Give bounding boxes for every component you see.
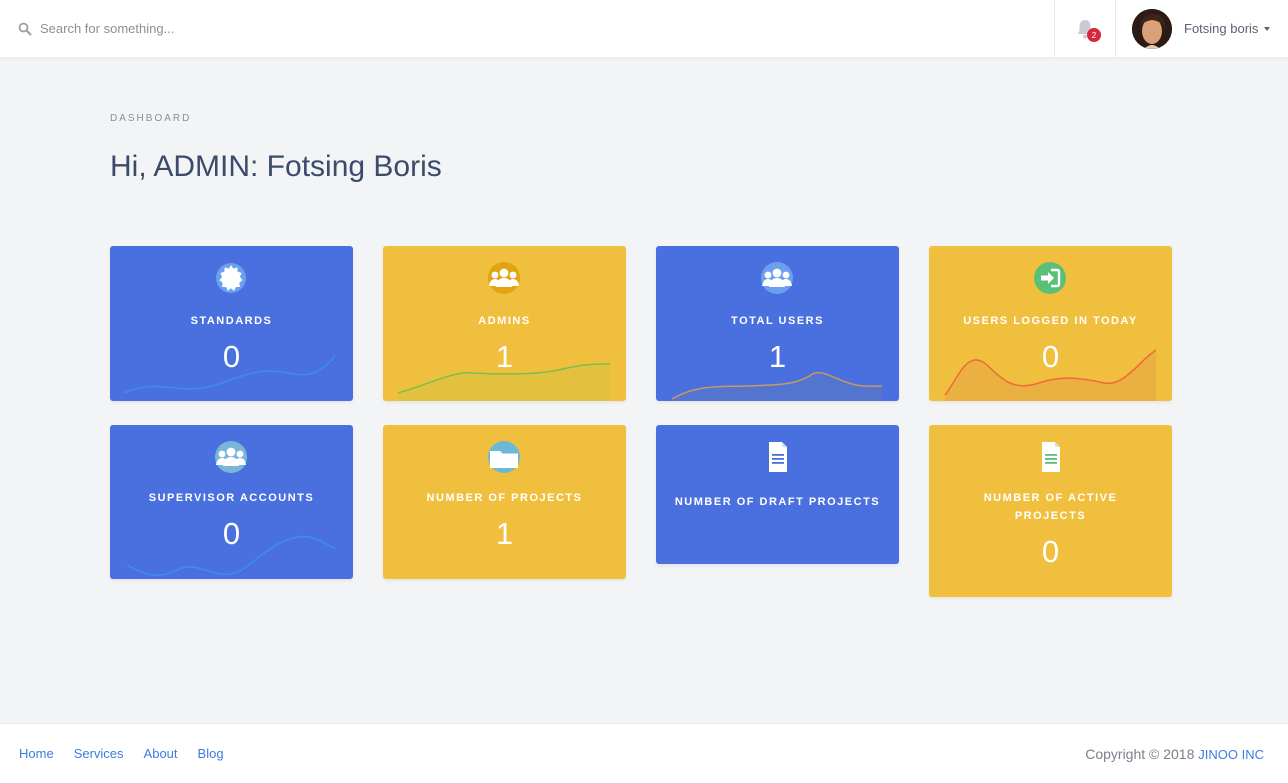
card-label: NUMBER OF ACTIVE PROJECTS bbox=[983, 492, 1118, 522]
search-bar bbox=[0, 0, 1054, 57]
document-icon bbox=[769, 442, 787, 472]
breadcrumb: DASHBOARD bbox=[110, 113, 192, 124]
card-label: NUMBER OF PROJECTS bbox=[426, 492, 583, 504]
document-icon bbox=[1042, 442, 1060, 472]
projects-card[interactable]: NUMBER OF PROJECTS 1 bbox=[383, 425, 626, 579]
sparkline bbox=[671, 371, 883, 401]
search-input[interactable] bbox=[40, 21, 440, 36]
chevron-down-icon bbox=[1264, 27, 1271, 31]
draft-projects-card[interactable]: NUMBER OF DRAFT PROJECTS bbox=[656, 425, 899, 564]
badge-icon bbox=[216, 263, 246, 293]
total-users-card[interactable]: TOTAL USERS 1 bbox=[656, 246, 899, 401]
users-icon bbox=[215, 441, 247, 473]
brand-link[interactable]: JINOO INC bbox=[1198, 747, 1264, 762]
standards-card[interactable]: STANDARDS 0 bbox=[110, 246, 353, 401]
footer-link-blog[interactable]: Blog bbox=[198, 746, 224, 761]
users-icon bbox=[761, 262, 793, 294]
card-label: USERS LOGGED IN TODAY bbox=[963, 315, 1138, 327]
copyright-text: Copyright © 2018 bbox=[1085, 745, 1195, 762]
users-icon bbox=[488, 262, 520, 294]
avatar bbox=[1132, 8, 1172, 49]
active-projects-card[interactable]: NUMBER OF ACTIVE PROJECTS 0 bbox=[929, 425, 1172, 597]
user-menu[interactable]: Fotsing boris bbox=[1116, 0, 1288, 57]
card-value: 1 bbox=[495, 516, 514, 551]
copyright: Copyright © 2018 JINOO INC bbox=[1085, 746, 1264, 762]
footer: Home Services About Blog Copyright © 201… bbox=[0, 723, 1288, 783]
sign-in-icon bbox=[1034, 262, 1066, 294]
card-label: NUMBER OF DRAFT PROJECTS bbox=[674, 496, 881, 508]
card-label: ADMINS bbox=[478, 315, 531, 327]
supervisor-accounts-card[interactable]: SUPERVISOR ACCOUNTS 0 bbox=[110, 425, 353, 579]
footer-link-home[interactable]: Home bbox=[19, 746, 54, 761]
notification-count-badge: 2 bbox=[1087, 28, 1101, 42]
users-logged-in-card[interactable]: USERS LOGGED IN TODAY 0 bbox=[929, 246, 1172, 401]
sparkline bbox=[397, 363, 611, 401]
footer-link-about[interactable]: About bbox=[144, 746, 178, 761]
search-icon bbox=[18, 22, 32, 35]
card-value: 0 bbox=[1041, 534, 1060, 569]
notifications-button[interactable]: 2 bbox=[1054, 0, 1116, 57]
admins-card[interactable]: ADMINS 1 bbox=[383, 246, 626, 401]
sparkline bbox=[126, 535, 337, 577]
card-label: SUPERVISOR ACCOUNTS bbox=[148, 492, 315, 504]
folder-icon bbox=[488, 441, 520, 473]
user-name: Fotsing boris bbox=[1184, 21, 1259, 36]
page-title: Hi, ADMIN: Fotsing Boris bbox=[110, 150, 442, 183]
card-label: TOTAL USERS bbox=[731, 315, 824, 327]
sparkline bbox=[123, 355, 336, 394]
sparkline bbox=[944, 349, 1157, 401]
card-label: STANDARDS bbox=[190, 315, 273, 327]
footer-links: Home Services About Blog bbox=[19, 746, 224, 761]
top-bar: 2 Fotsing boris bbox=[0, 0, 1288, 57]
footer-link-services[interactable]: Services bbox=[74, 746, 124, 761]
